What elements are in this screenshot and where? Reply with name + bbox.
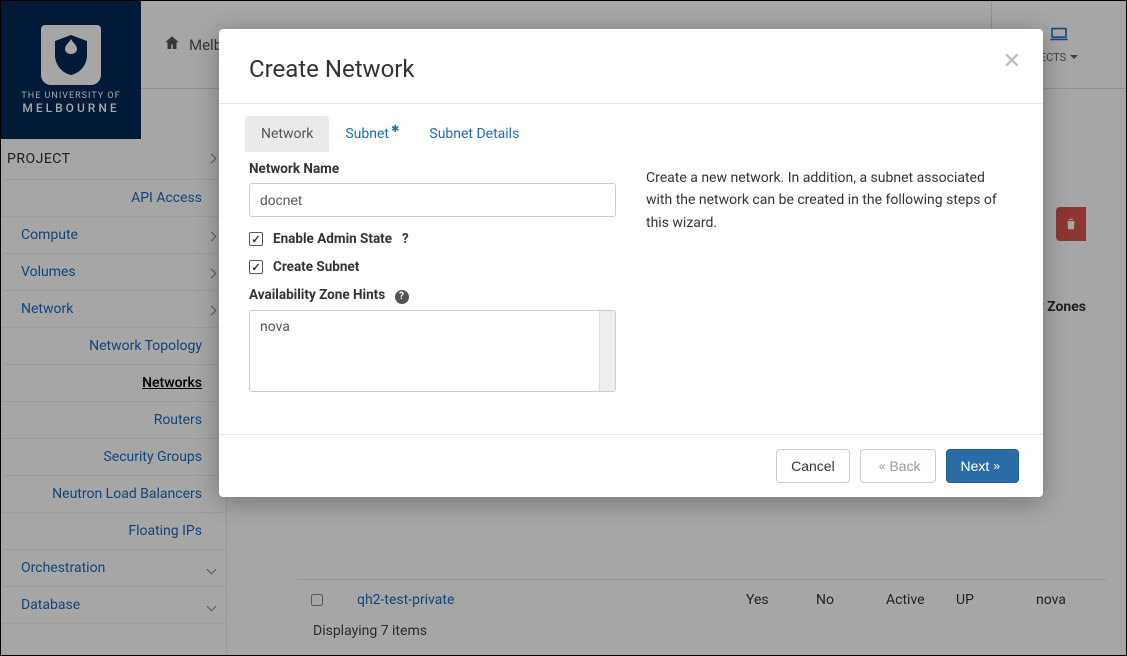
required-star-icon: ✱ [391, 124, 399, 135]
help-icon[interactable]: ? [402, 231, 409, 247]
modal-title: Create Network [249, 55, 1013, 83]
checkbox-checked-icon [249, 232, 263, 246]
chevron-right-icon: » [993, 459, 1000, 473]
modal-tabs: Network Subnet✱ Subnet Details [219, 104, 1043, 153]
help-icon[interactable]: ? [395, 290, 409, 304]
az-hints-label: Availability Zone Hints ? [249, 287, 616, 304]
checkbox-checked-icon [249, 260, 263, 274]
back-button[interactable]: « Back [860, 449, 936, 483]
help-text: Create a new network. In addition, a sub… [646, 161, 1013, 406]
close-icon[interactable]: ✕ [1003, 49, 1021, 74]
network-name-label: Network Name [249, 161, 616, 177]
az-option-nova[interactable]: nova [260, 317, 605, 337]
az-hints-select[interactable]: nova [249, 310, 616, 392]
tab-subnet[interactable]: Subnet✱ [329, 116, 413, 152]
network-name-input[interactable] [249, 183, 616, 217]
enable-admin-state-checkbox[interactable]: Enable Admin State ? [249, 231, 616, 247]
tab-network[interactable]: Network [245, 116, 329, 152]
next-button[interactable]: Next » [946, 449, 1019, 483]
cancel-button[interactable]: Cancel [776, 449, 850, 483]
scrollbar[interactable] [599, 311, 615, 391]
create-network-modal: Create Network ✕ Network Subnet✱ Subnet … [219, 29, 1043, 497]
form-column: Network Name Enable Admin State ? Create… [249, 161, 616, 406]
tab-subnet-details[interactable]: Subnet Details [413, 116, 535, 152]
create-subnet-checkbox[interactable]: Create Subnet [249, 259, 616, 275]
chevron-left-icon: « [879, 459, 886, 473]
modal-footer: Cancel « Back Next » [219, 434, 1043, 497]
